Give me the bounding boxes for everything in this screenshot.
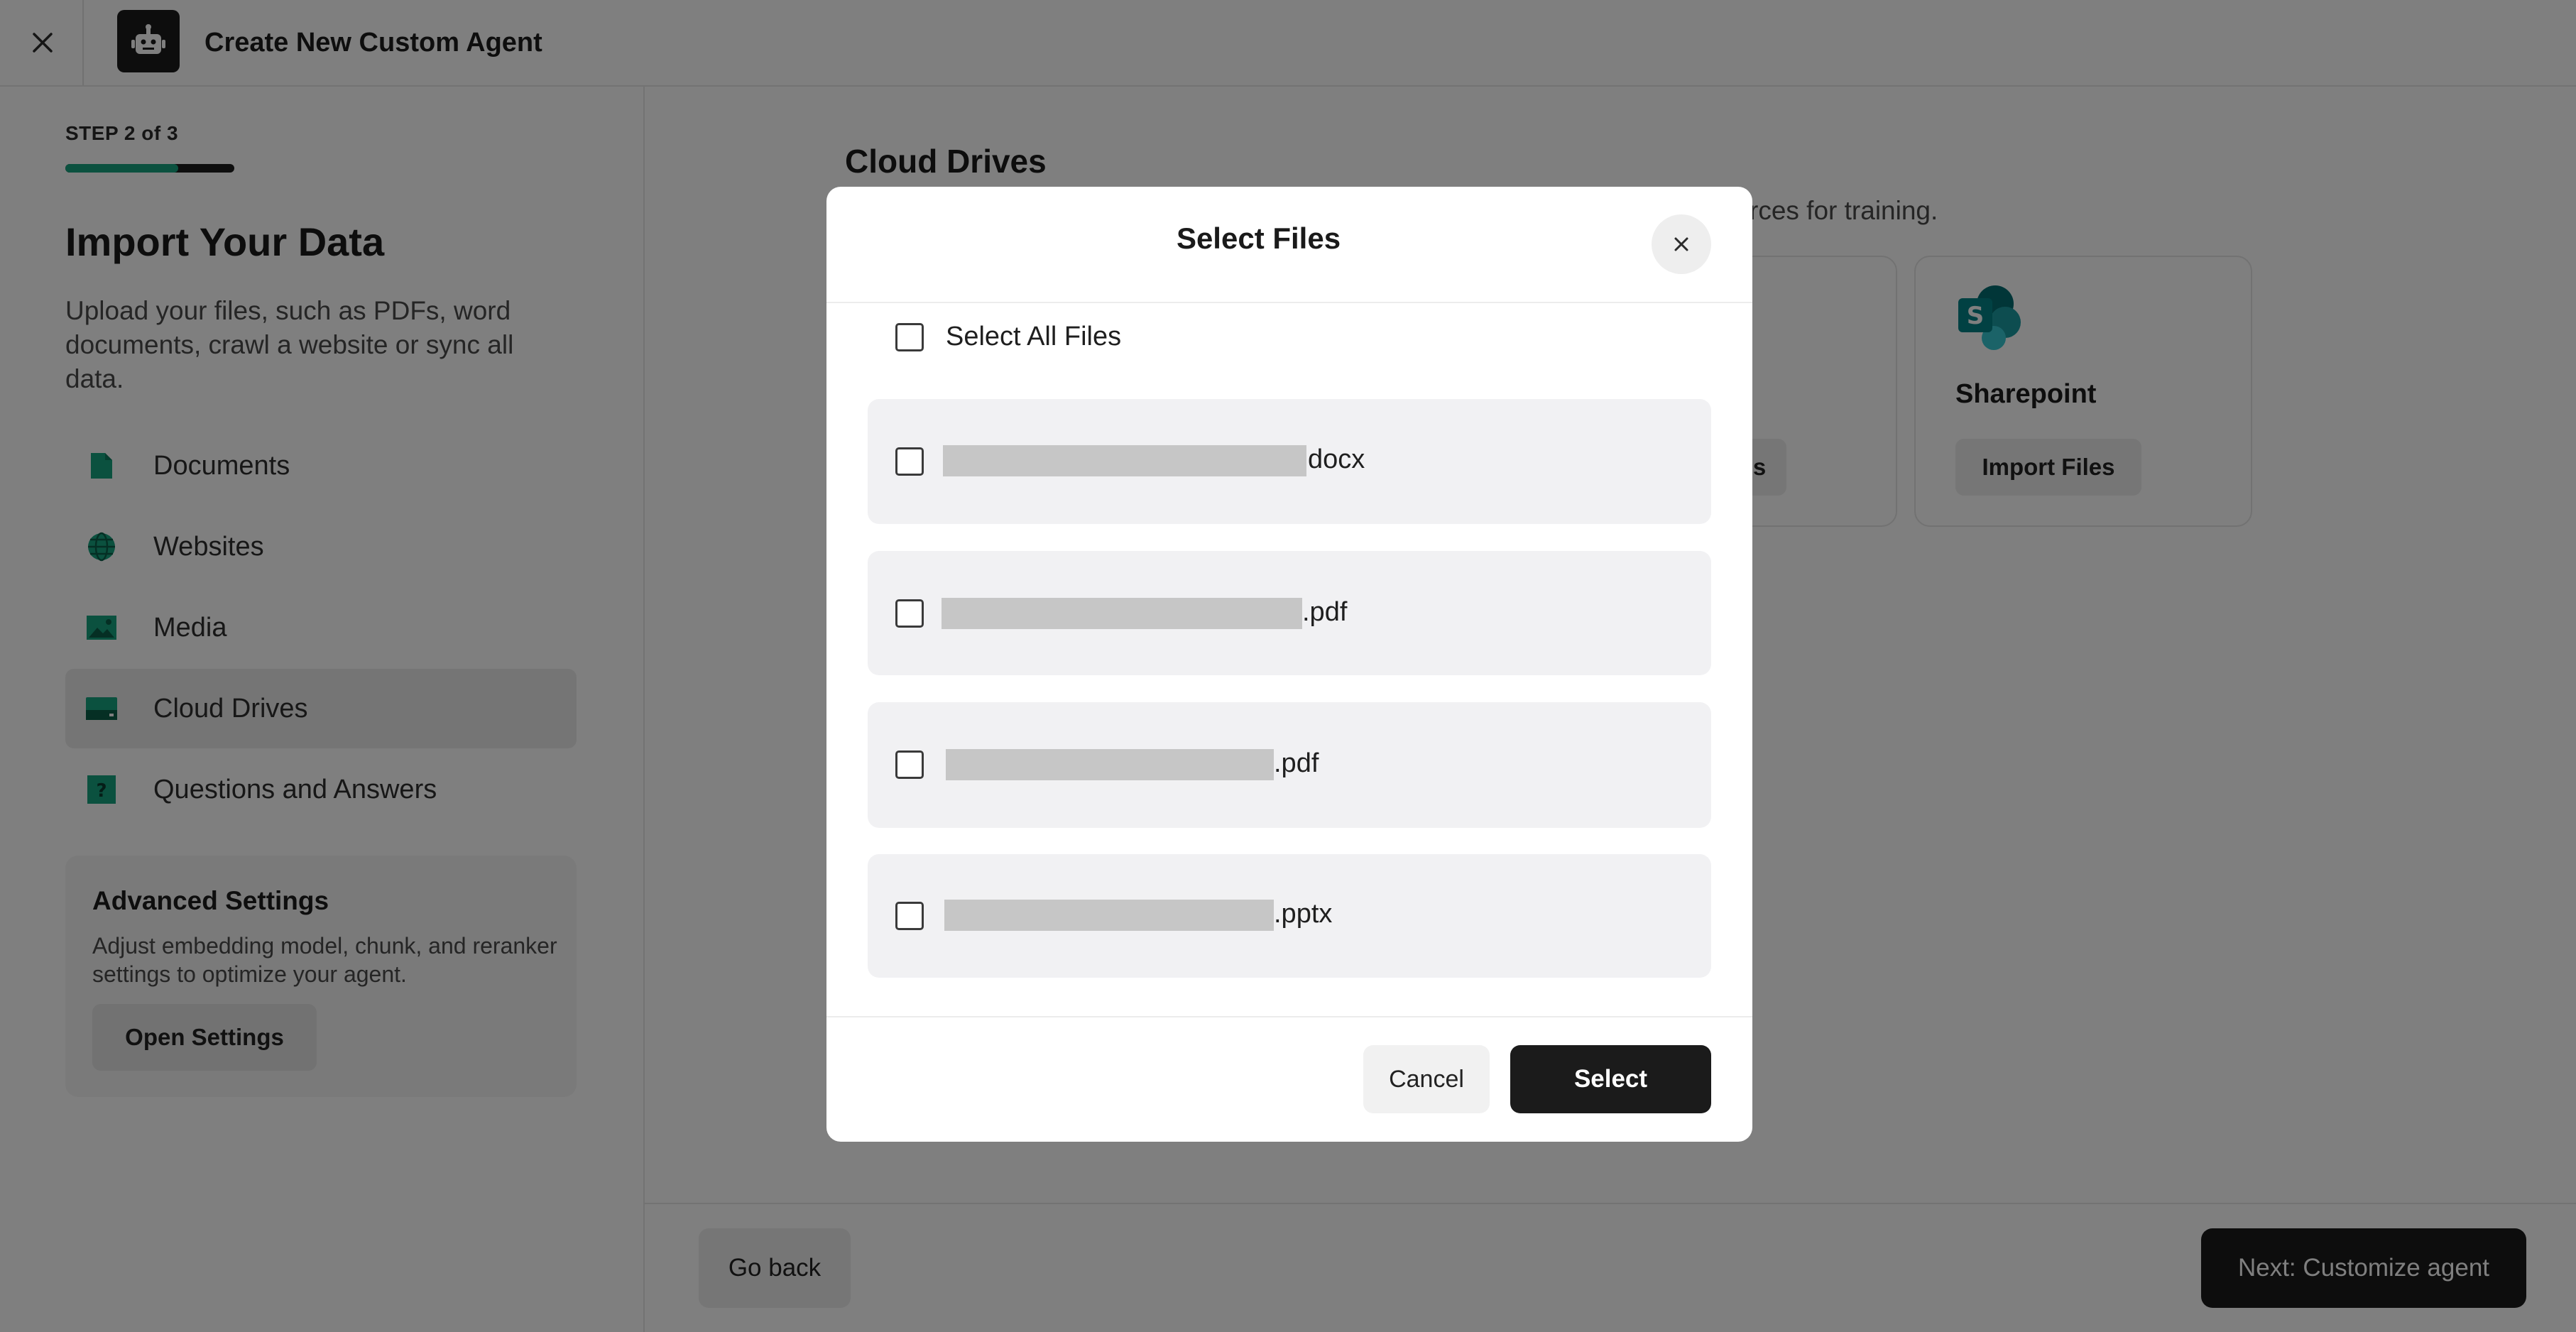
file-checkbox[interactable] — [895, 447, 924, 476]
select-button[interactable]: Select — [1510, 1045, 1711, 1113]
modal-close-button[interactable] — [1652, 214, 1711, 274]
file-extension: .pptx — [1274, 899, 1333, 929]
modal-divider — [826, 1016, 1752, 1017]
redacted-file-name — [943, 445, 1306, 476]
file-extension: .pdf — [1302, 597, 1348, 627]
select-all-label: Select All Files — [946, 322, 1122, 351]
file-checkbox[interactable] — [895, 902, 924, 930]
redacted-file-name — [946, 749, 1274, 780]
redacted-file-name — [942, 598, 1302, 629]
file-checkbox[interactable] — [895, 750, 924, 779]
redacted-file-name — [944, 900, 1274, 931]
file-checkbox[interactable] — [895, 599, 924, 628]
cancel-button[interactable]: Cancel — [1363, 1045, 1490, 1113]
modal-title: Select Files — [1176, 222, 1341, 255]
file-extension: docx — [1308, 444, 1365, 474]
file-extension: .pdf — [1274, 748, 1319, 778]
close-icon — [1674, 237, 1688, 251]
modal-divider — [826, 302, 1752, 303]
select-all-checkbox[interactable] — [895, 323, 924, 351]
